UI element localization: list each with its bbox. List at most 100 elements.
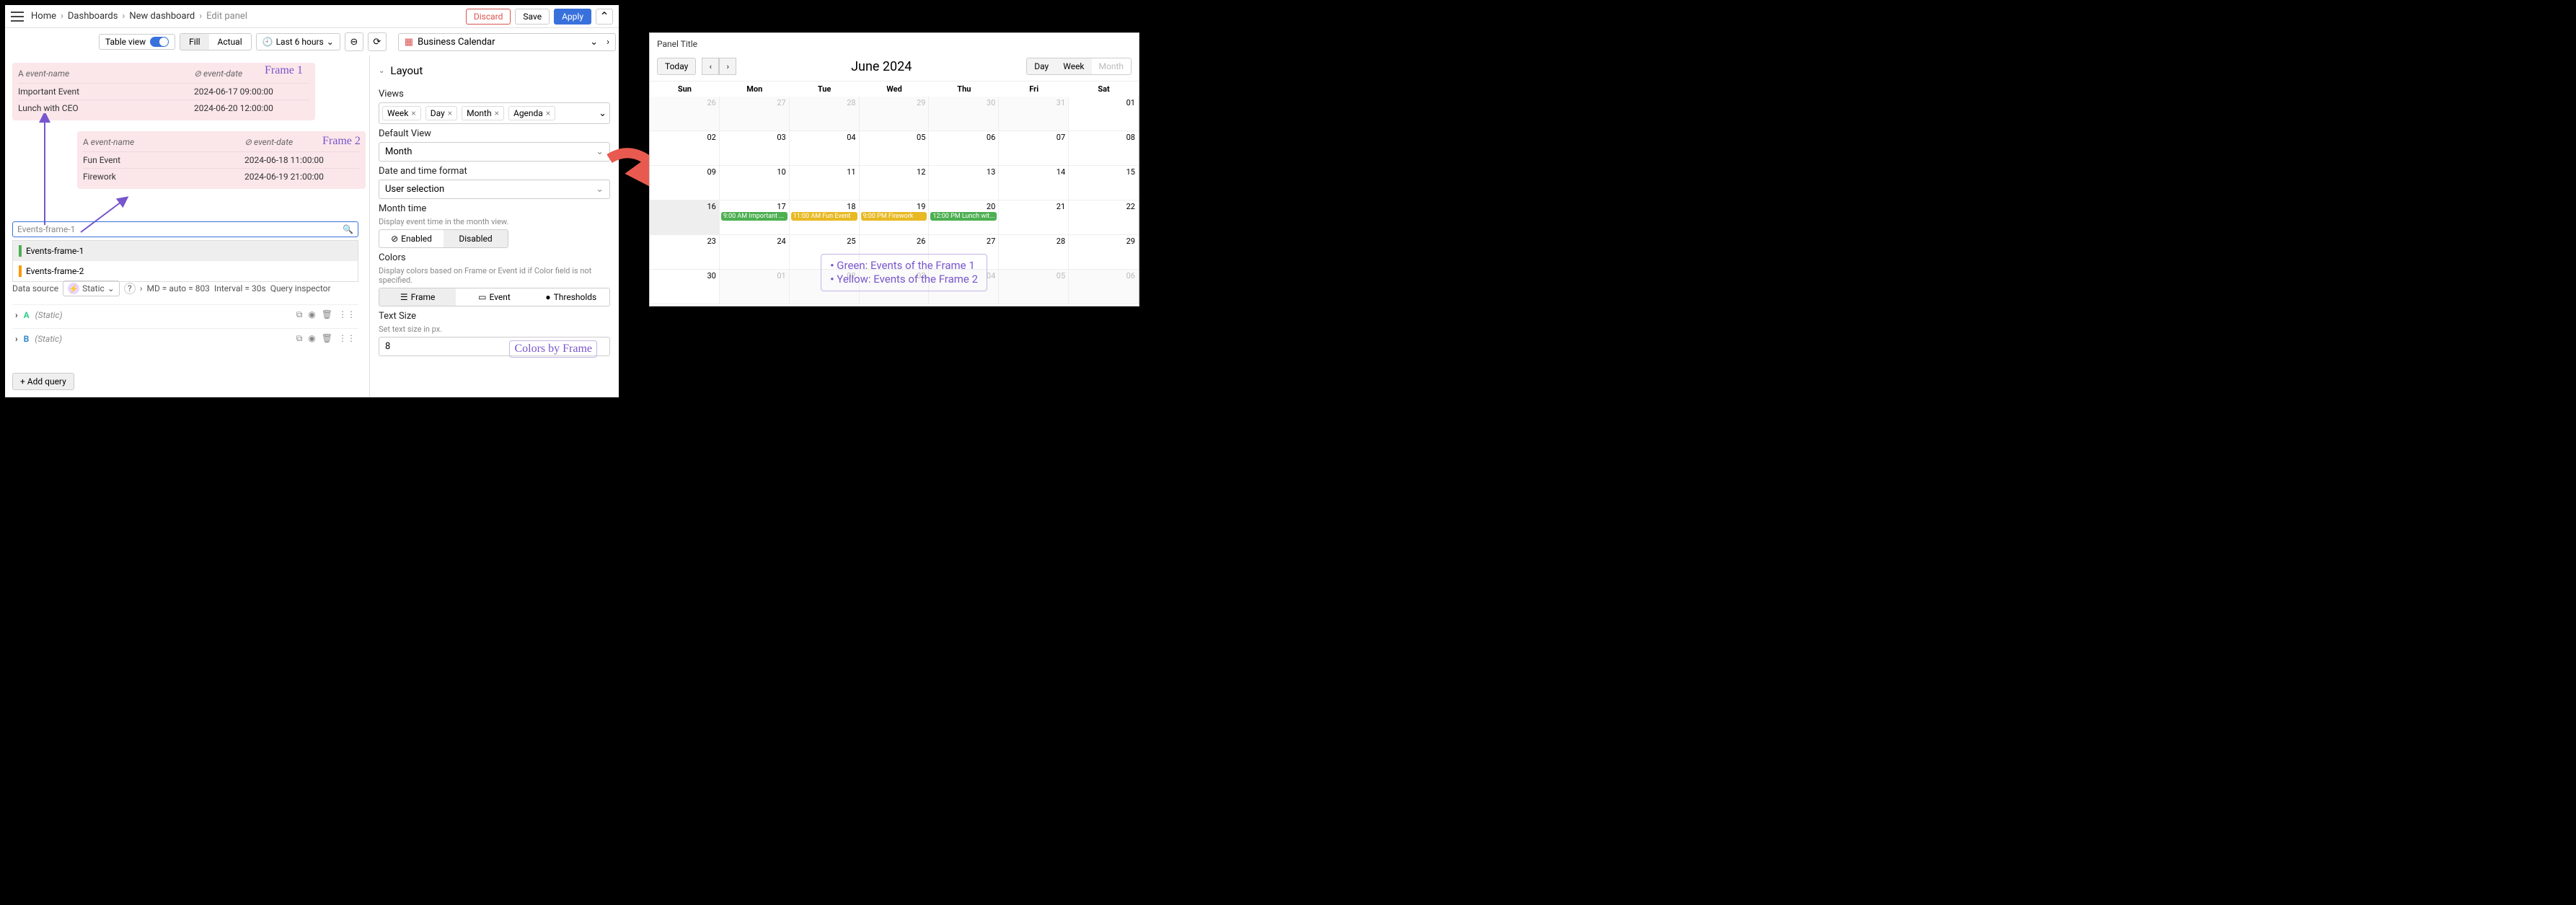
- cal-cell[interactable]: 179:00 AM Important ...: [720, 200, 790, 235]
- close-icon[interactable]: ×: [448, 108, 452, 118]
- cal-cell[interactable]: 01: [1069, 97, 1139, 131]
- cal-cell[interactable]: 22: [1069, 200, 1139, 235]
- cal-cell[interactable]: 1811:00 AM Fun Event: [790, 200, 860, 235]
- day-view-button[interactable]: Day: [1027, 58, 1056, 74]
- cal-cell[interactable]: 04: [790, 131, 860, 166]
- chip-agenda[interactable]: Agenda×: [508, 106, 555, 120]
- drag-icon[interactable]: ⋮⋮: [338, 333, 356, 344]
- default-view-select[interactable]: Month ⌄: [379, 142, 610, 162]
- cal-cell[interactable]: 29: [1069, 235, 1139, 270]
- dtf-select[interactable]: User selection ⌄: [379, 180, 610, 199]
- trash-icon[interactable]: 🗑: [322, 309, 332, 320]
- time-range-picker[interactable]: 🕘 Last 6 hours ⌄: [256, 33, 340, 50]
- breadcrumb-dashboards[interactable]: Dashboards: [68, 11, 118, 22]
- cal-cell[interactable]: 05: [999, 270, 1069, 304]
- eye-icon[interactable]: ◉: [308, 309, 315, 320]
- trash-icon[interactable]: 🗑: [322, 333, 332, 344]
- cal-cell[interactable]: 23: [650, 235, 720, 270]
- color-frame-button[interactable]: ☰ Frame: [379, 288, 456, 306]
- chip-week[interactable]: Week×: [382, 106, 421, 120]
- cal-cell[interactable]: 21: [999, 200, 1069, 235]
- color-event-button[interactable]: ▭ Event: [456, 288, 532, 306]
- frame-search-input[interactable]: Events-frame-1 🔍: [12, 221, 358, 237]
- cal-cell[interactable]: 05: [860, 131, 930, 166]
- panel-toolbar: Table view Fill Actual 🕘 Last 6 hours ⌄ …: [5, 28, 619, 56]
- chevron-down-icon[interactable]: ⌄: [599, 108, 606, 119]
- eye-icon[interactable]: ◉: [308, 333, 315, 344]
- cal-cell[interactable]: 11: [790, 166, 860, 200]
- cal-cell[interactable]: 01: [720, 270, 790, 304]
- cal-cell[interactable]: 28: [999, 235, 1069, 270]
- cal-cell[interactable]: 03: [720, 131, 790, 166]
- cal-cell[interactable]: 15: [1069, 166, 1139, 200]
- breadcrumb-new-dashboard[interactable]: New dashboard: [129, 11, 195, 22]
- refresh-icon[interactable]: ⟳: [368, 32, 387, 51]
- cal-cell[interactable]: 06: [929, 131, 999, 166]
- cal-event[interactable]: 12:00 PM Lunch wit...: [930, 212, 997, 221]
- query-row-a[interactable]: › A (Static) ⧉ ◉ 🗑 ⋮⋮: [12, 304, 358, 325]
- cal-cell[interactable]: 30: [650, 270, 720, 304]
- query-inspector-link[interactable]: Query inspector: [270, 283, 331, 293]
- cal-cell[interactable]: 28: [790, 97, 860, 131]
- cal-cell[interactable]: 07: [999, 131, 1069, 166]
- layout-section-header[interactable]: ⌄ Layout: [379, 61, 610, 84]
- menu-icon[interactable]: [11, 12, 24, 22]
- cal-cell[interactable]: 27: [720, 97, 790, 131]
- cal-cell[interactable]: 09: [650, 166, 720, 200]
- chip-day[interactable]: Day×: [425, 106, 457, 120]
- close-icon[interactable]: ×: [411, 108, 415, 118]
- save-button[interactable]: Save: [515, 9, 550, 25]
- apply-button[interactable]: Apply: [554, 9, 591, 25]
- collapse-icon[interactable]: ⌃: [596, 9, 613, 25]
- today-button[interactable]: Today: [657, 58, 696, 75]
- duplicate-icon[interactable]: ⧉: [296, 333, 303, 344]
- cal-cell[interactable]: 16: [650, 200, 720, 235]
- ds-select[interactable]: ⚡ Static ⌄: [63, 281, 120, 296]
- cal-cell[interactable]: 29: [860, 97, 930, 131]
- cal-event[interactable]: 9:00 PM Firework: [861, 212, 927, 221]
- cal-event[interactable]: 11:00 AM Fun Event: [791, 212, 857, 221]
- cal-cell[interactable]: 10: [720, 166, 790, 200]
- breadcrumb-home[interactable]: Home: [31, 11, 56, 22]
- close-icon[interactable]: ×: [546, 108, 550, 118]
- discard-button[interactable]: Discard: [466, 9, 511, 25]
- cal-cell[interactable]: 24: [720, 235, 790, 270]
- cal-cell[interactable]: 2012:00 PM Lunch wit...: [929, 200, 999, 235]
- cal-cell[interactable]: 31: [999, 97, 1069, 131]
- views-chip-row[interactable]: Week× Day× Month× Agenda× ⌄: [379, 102, 610, 124]
- color-thresholds-button[interactable]: ● Thresholds: [533, 288, 609, 306]
- duplicate-icon[interactable]: ⧉: [296, 309, 303, 320]
- prev-button[interactable]: ‹: [702, 58, 719, 75]
- query-row-b[interactable]: › B (Static) ⧉ ◉ 🗑 ⋮⋮: [12, 328, 358, 348]
- help-icon[interactable]: ?: [124, 283, 136, 294]
- cal-cell[interactable]: 14: [999, 166, 1069, 200]
- dropdown-item[interactable]: Events-frame-2: [13, 261, 358, 281]
- visualization-picker[interactable]: ▦ Business Calendar ⌄ ›: [398, 33, 616, 51]
- toggle-switch-icon[interactable]: [150, 37, 169, 47]
- search-placeholder: Events-frame-1: [17, 224, 75, 234]
- drag-icon[interactable]: ⋮⋮: [338, 309, 356, 320]
- close-icon[interactable]: ×: [495, 108, 499, 118]
- next-button[interactable]: ›: [719, 58, 736, 75]
- cal-event[interactable]: 9:00 AM Important ...: [721, 212, 788, 221]
- cal-cell[interactable]: 26: [650, 97, 720, 131]
- enabled-button[interactable]: ⊘ Enabled: [379, 230, 444, 247]
- add-query-button[interactable]: + Add query: [12, 373, 74, 390]
- chevron-right-icon[interactable]: ›: [606, 37, 609, 48]
- cal-cell[interactable]: 06: [1069, 270, 1139, 304]
- cal-cell[interactable]: 12: [860, 166, 930, 200]
- actual-button[interactable]: Actual: [209, 34, 251, 50]
- dropdown-item[interactable]: Events-frame-1: [13, 241, 358, 261]
- table-view-toggle[interactable]: Table view: [99, 34, 175, 50]
- week-view-button[interactable]: Week: [1056, 58, 1091, 74]
- cal-cell[interactable]: 13: [929, 166, 999, 200]
- disabled-button[interactable]: Disabled: [444, 230, 508, 247]
- month-view-button[interactable]: Month: [1092, 58, 1131, 74]
- fill-button[interactable]: Fill: [180, 34, 208, 50]
- chip-month[interactable]: Month×: [462, 106, 504, 120]
- cal-cell[interactable]: 02: [650, 131, 720, 166]
- cal-cell[interactable]: 08: [1069, 131, 1139, 166]
- cal-cell[interactable]: 30: [929, 97, 999, 131]
- zoom-out-icon[interactable]: ⊖: [345, 32, 363, 51]
- cal-cell[interactable]: 199:00 PM Firework: [860, 200, 930, 235]
